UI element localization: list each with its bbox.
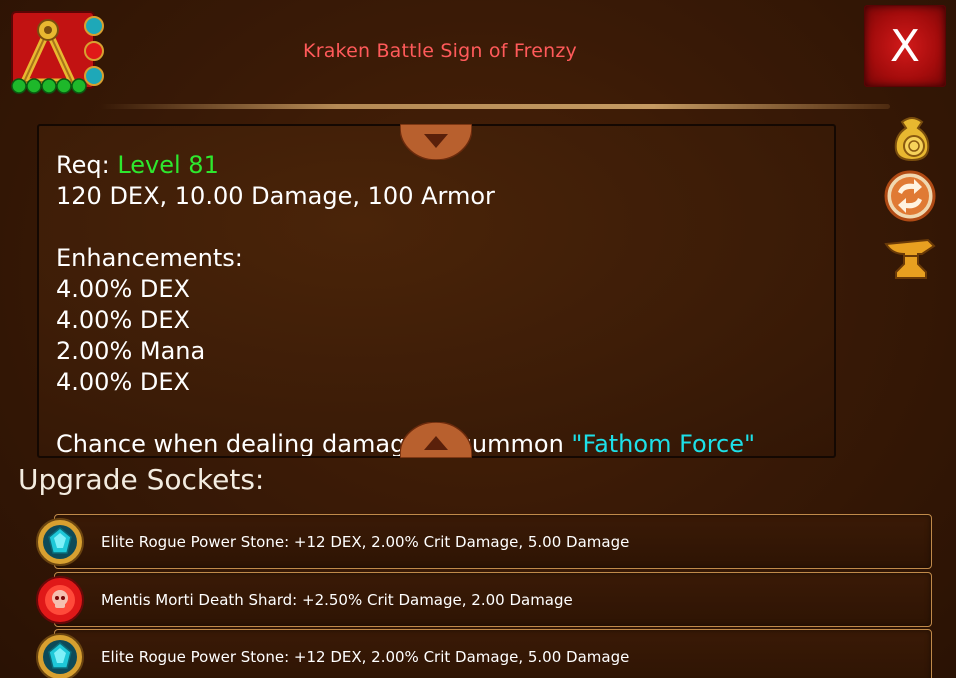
upgrade-sockets-heading: Upgrade Sockets: xyxy=(18,463,265,496)
socket-gem[interactable] xyxy=(35,575,85,625)
enhancements-heading: Enhancements: xyxy=(56,244,243,272)
header-divider xyxy=(100,104,890,109)
transfer-button[interactable] xyxy=(884,170,936,222)
gold-coin-bag-icon xyxy=(894,117,930,162)
proc-effect-name: "Fathom Force" xyxy=(571,430,756,458)
cyan-gem-icon xyxy=(36,518,84,566)
swap-arrows-icon xyxy=(884,170,936,222)
chevron-up-icon xyxy=(399,421,473,459)
item-description-text: Req: Level 81 120 DEX, 10.00 Damage, 100… xyxy=(56,150,816,458)
req-label: Req: xyxy=(56,151,118,179)
socket-label: Elite Rogue Power Stone: +12 DEX, 2.00% … xyxy=(101,533,630,551)
enhancement-item: 2.00% Mana xyxy=(56,337,206,365)
socket-label: Elite Rogue Power Stone: +12 DEX, 2.00% … xyxy=(101,648,630,666)
socket-gem[interactable] xyxy=(35,517,85,567)
scroll-down-button[interactable] xyxy=(399,123,473,161)
anvil-icon xyxy=(884,238,936,279)
item-title: Kraken Battle Sign of Frenzy xyxy=(303,40,577,62)
close-button[interactable]: X xyxy=(864,5,946,87)
forge-button[interactable] xyxy=(884,232,936,284)
item-description-panel[interactable]: Req: Level 81 120 DEX, 10.00 Damage, 100… xyxy=(37,124,836,458)
socket-row[interactable]: Mentis Morti Death Shard: +2.50% Crit Da… xyxy=(54,572,932,627)
enhancement-item: 4.00% DEX xyxy=(56,368,190,396)
enhancement-item: 4.00% DEX xyxy=(56,306,190,334)
proc-effect-text: Chance when dealing damage to summon xyxy=(56,430,572,458)
socket-label: Mentis Morti Death Shard: +2.50% Crit Da… xyxy=(101,591,573,609)
cyan-gem-icon xyxy=(36,633,84,678)
sell-button[interactable] xyxy=(886,112,938,164)
close-icon: X xyxy=(889,20,921,72)
required-level: Level 81 xyxy=(117,151,219,179)
red-skull-gem-icon xyxy=(36,576,84,624)
chevron-down-icon xyxy=(399,123,473,161)
socket-row[interactable]: Elite Rogue Power Stone: +12 DEX, 2.00% … xyxy=(54,514,932,569)
socket-row[interactable]: Elite Rogue Power Stone: +12 DEX, 2.00% … xyxy=(54,629,932,678)
base-stats: 120 DEX, 10.00 Damage, 100 Armor xyxy=(56,182,495,210)
enhancement-item: 4.00% DEX xyxy=(56,275,190,303)
socket-gem[interactable] xyxy=(35,632,85,678)
scroll-up-button[interactable] xyxy=(399,421,473,459)
